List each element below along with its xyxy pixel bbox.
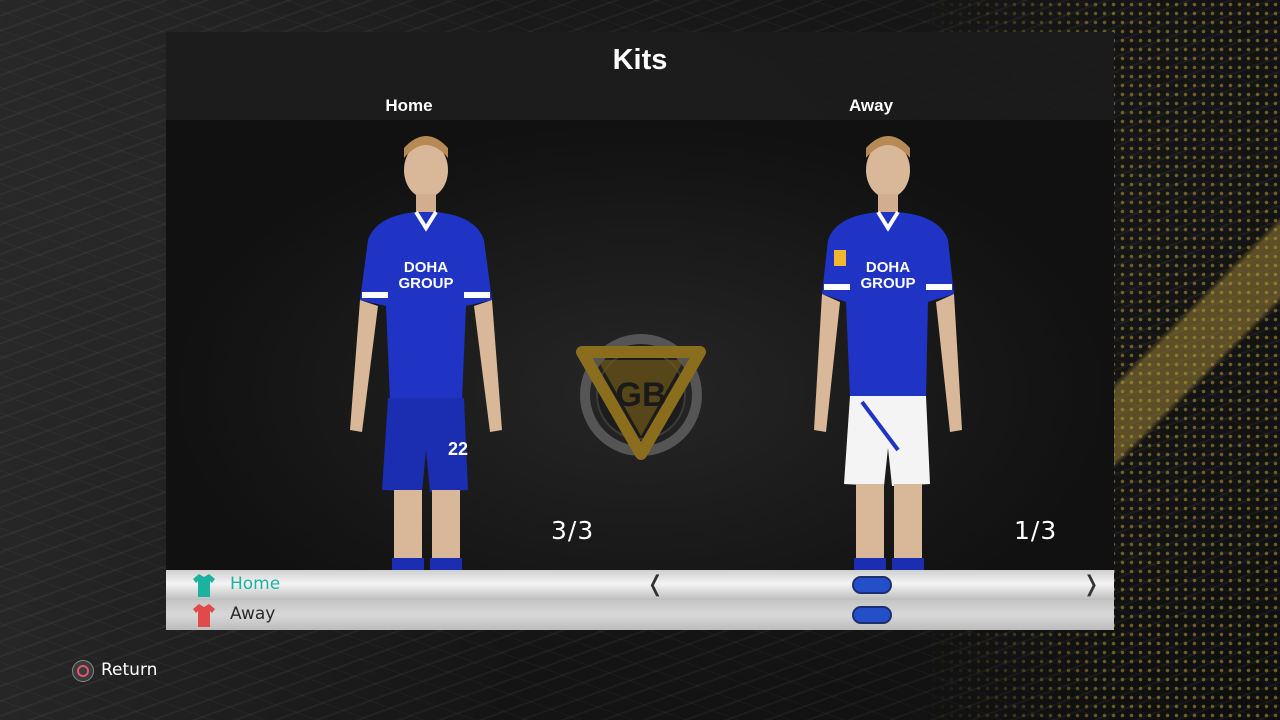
home-shirt-sponsor-line1: DOHA [404, 259, 448, 276]
page-title: Kits [612, 44, 668, 76]
kit-row-home-label: Home [230, 574, 281, 594]
chevron-left-icon[interactable]: ❬ [646, 572, 664, 597]
home-shorts-number: 22 [448, 439, 468, 459]
chevron-right-icon[interactable]: ❭ [1082, 572, 1100, 597]
kit-row-away-label: Away [230, 604, 276, 624]
away-shirt-sponsor-line1: DOHA [866, 259, 910, 276]
away-shirt-sponsor-line2: GROUP [860, 275, 915, 292]
home-kit-player: DOHA GROUP 22 [350, 136, 502, 570]
away-kit-toggle[interactable] [852, 606, 892, 624]
kit-row-away[interactable]: Away [166, 600, 1114, 630]
away-kit-counter: 1/3 [1014, 516, 1058, 545]
kit-row-home[interactable]: Home ❬ ❭ [166, 570, 1114, 600]
kit-preview-stage: DOHA GROUP 22 GB DOHA GROUP 3/3 1/3 [166, 120, 1114, 570]
return-label: Return [101, 660, 158, 680]
circle-button-icon [72, 660, 94, 682]
kit-list: Home ❬ ❭ Away [166, 570, 1114, 630]
home-kit-counter: 3/3 [551, 516, 595, 545]
home-shirt-sponsor-line2: GROUP [398, 275, 453, 292]
home-column-label: Home [385, 96, 433, 115]
green-shirt-icon [193, 574, 215, 597]
gb-logo-icon: GB [576, 334, 706, 460]
away-kit-player: DOHA GROUP [814, 136, 962, 570]
home-kit-toggle[interactable] [852, 576, 892, 594]
svg-text:GB: GB [616, 376, 667, 414]
red-shirt-icon [193, 604, 215, 627]
away-column-label: Away [848, 96, 894, 115]
kits-panel: Kits Home Away DOHA GROUP 22 GB DOHA GRO… [166, 32, 1114, 630]
